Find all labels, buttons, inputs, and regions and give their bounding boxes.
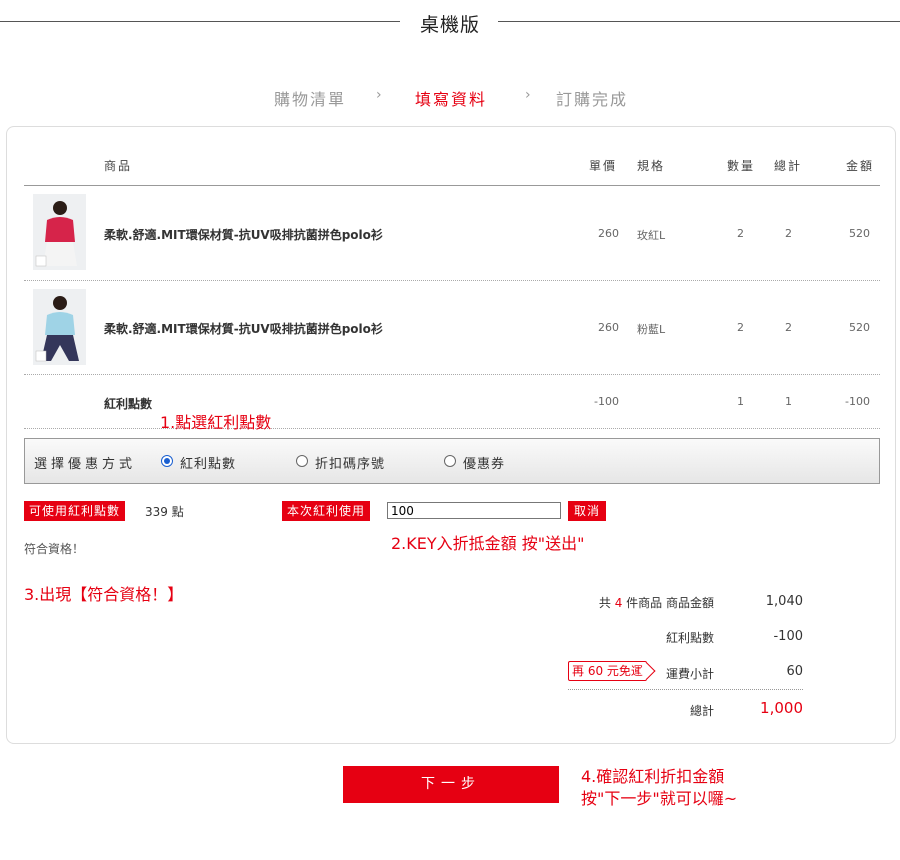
summary-shipping-label: 運費小計 <box>665 667 714 681</box>
col-header-total: 總計 <box>774 159 803 173</box>
summary-subtotal: 1,040 <box>765 594 803 609</box>
next-step-button[interactable]: 下一步 <box>343 766 559 803</box>
points-input[interactable] <box>387 502 561 519</box>
product-spec: 粉藍L <box>637 323 666 336</box>
annotation-step-4-line1: 4.確認紅利折扣金額 <box>581 767 725 786</box>
radio-bonus-points[interactable] <box>161 455 173 467</box>
step-separator-1: › <box>376 87 382 103</box>
product-photo-icon <box>33 289 86 365</box>
annotation-step-3: 3.出現【符合資格！】 <box>24 585 184 604</box>
radio-discount-code[interactable] <box>296 455 308 467</box>
annotation-step-2: 2.KEY入折抵金額 按"送出" <box>391 534 585 553</box>
col-header-price: 單價 <box>589 159 618 173</box>
free-shipping-badge: 再 60 元免運 <box>568 661 647 681</box>
col-header-amount: 金額 <box>846 159 875 173</box>
product-spec: 玫紅L <box>637 229 666 242</box>
summary-item-count: 4 <box>614 596 623 610</box>
cancel-button[interactable]: 取消 <box>568 501 607 521</box>
page-title-text: 桌機版 <box>407 14 492 36</box>
col-header-qty: 數量 <box>727 159 756 173</box>
product-qty: 2 <box>737 321 744 334</box>
summary-count-suffix: 件商品 商品金額 <box>626 596 714 610</box>
step-complete: 訂購完成 <box>556 90 629 109</box>
annotation-step-4-line2: 按"下一步"就可以囉~ <box>581 789 738 808</box>
summary-divider <box>568 689 803 690</box>
summary-count-prefix: 共 <box>598 596 611 610</box>
summary-total-label: 總計 <box>689 704 714 718</box>
bonus-row-total: 1 <box>785 395 792 408</box>
discount-method-label: 選擇優惠方式 <box>34 457 137 472</box>
product-photo-icon <box>33 194 86 270</box>
product-total: 2 <box>785 321 792 334</box>
product-total: 2 <box>785 227 792 240</box>
available-points-value: 339 點 <box>145 505 184 519</box>
table-header-rule <box>24 185 880 186</box>
product-amount: 520 <box>849 321 870 334</box>
bonus-row-qty: 1 <box>737 395 744 408</box>
bonus-row-amount: -100 <box>845 395 870 408</box>
step-cart: 購物清單 <box>274 90 347 109</box>
summary-bonus-label: 紅利點數 <box>665 631 714 645</box>
available-points-tag: 可使用紅利點數 <box>24 501 126 521</box>
annotation-step-1: 1.點選紅利點數 <box>160 413 272 432</box>
row-divider <box>24 280 880 281</box>
row-divider <box>24 428 880 429</box>
page-title: 桌機版 <box>0 10 900 37</box>
radio-coupon-label[interactable]: 優惠券 <box>463 453 505 472</box>
product-price: 260 <box>598 321 619 334</box>
bonus-row-price: -100 <box>594 395 619 408</box>
radio-bonus-points-label[interactable]: 紅利點數 <box>180 453 236 472</box>
summary-bonus-value: -100 <box>773 629 803 644</box>
product-name[interactable]: 柔軟.舒適.MIT環保材質-抗UV吸排抗菌拼色polo衫 <box>104 320 383 337</box>
summary-count-label: 共 4 件商品 商品金額 <box>560 594 714 611</box>
radio-discount-code-label[interactable]: 折扣碼序號 <box>315 453 385 472</box>
row-divider <box>24 374 880 375</box>
product-price: 260 <box>598 227 619 240</box>
summary-total-value: 1,000 <box>760 699 803 717</box>
step-fill-info: 填寫資料 <box>415 90 488 109</box>
product-name[interactable]: 柔軟.舒適.MIT環保材質-抗UV吸排抗菌拼色polo衫 <box>104 226 383 243</box>
step-separator-2: › <box>525 87 531 103</box>
order-card <box>6 126 896 744</box>
product-qty: 2 <box>737 227 744 240</box>
use-points-tag: 本次紅利使用 <box>282 501 371 521</box>
col-header-product: 商品 <box>104 159 133 173</box>
eligibility-status: 符合資格！ <box>24 542 85 556</box>
product-thumbnail[interactable] <box>33 194 86 270</box>
bonus-row-name: 紅利點數 <box>104 397 153 411</box>
radio-coupon[interactable] <box>444 455 456 467</box>
summary-shipping-value: 60 <box>786 664 803 679</box>
product-thumbnail[interactable] <box>33 289 86 365</box>
product-amount: 520 <box>849 227 870 240</box>
col-header-spec: 規格 <box>637 159 666 173</box>
